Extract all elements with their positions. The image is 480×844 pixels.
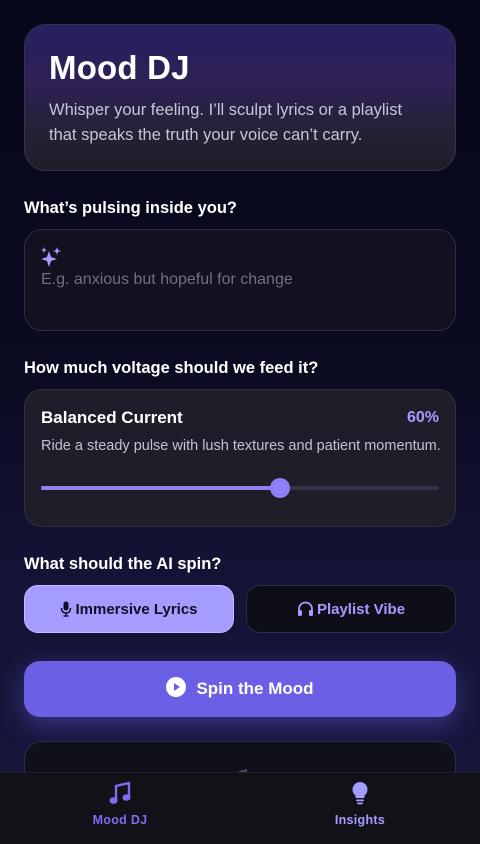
nav-item-insights[interactable]: Insights <box>240 773 480 844</box>
voltage-level-name: Balanced Current <box>41 408 183 427</box>
mode-question-label: What should the AI spin? <box>24 555 222 573</box>
voltage-card: Balanced Current 60% Ride a steady pulse… <box>24 389 456 527</box>
spin-the-mood-label: Spin the Mood <box>196 679 314 698</box>
lightbulb-icon <box>351 781 369 810</box>
voltage-slider-fill <box>41 486 280 490</box>
voltage-question-label: How much voltage should we feed it? <box>24 359 319 377</box>
mood-question-label: What’s pulsing inside you? <box>24 199 237 217</box>
mood-input[interactable] <box>41 268 441 292</box>
voltage-slider[interactable] <box>41 478 439 498</box>
mode-playlist-vibe-label: Playlist Vibe <box>316 600 406 618</box>
nav-label-mood-dj: Mood DJ <box>92 813 148 827</box>
mood-input-box[interactable] <box>24 229 456 331</box>
hero-card: Mood DJ Whisper your feeling. I’ll sculp… <box>24 24 456 171</box>
voltage-description: Ride a steady pulse with lush textures a… <box>41 438 441 454</box>
mode-immersive-lyrics-button[interactable]: Immersive Lyrics <box>24 585 234 633</box>
headphones-icon <box>297 601 314 617</box>
bottom-navigation: Mood DJ Insights <box>0 772 480 844</box>
mode-playlist-vibe-button[interactable]: Playlist Vibe <box>246 585 456 633</box>
mode-immersive-lyrics-label: Immersive Lyrics <box>75 600 198 618</box>
voltage-percent: 60% <box>406 409 439 426</box>
sparkles-icon <box>41 246 63 268</box>
nav-item-mood-dj[interactable]: Mood DJ <box>0 773 240 844</box>
spin-the-mood-button[interactable]: Spin the Mood <box>24 661 456 717</box>
nav-label-insights: Insights <box>334 813 386 827</box>
voltage-slider-thumb[interactable] <box>269 478 290 498</box>
microphone-icon <box>60 601 72 617</box>
play-circle-icon <box>166 676 187 702</box>
hero-description: Whisper your feeling. I’ll sculpt lyrics… <box>49 101 403 144</box>
app-title: Mood DJ <box>49 49 190 86</box>
music-note-icon <box>109 781 131 810</box>
